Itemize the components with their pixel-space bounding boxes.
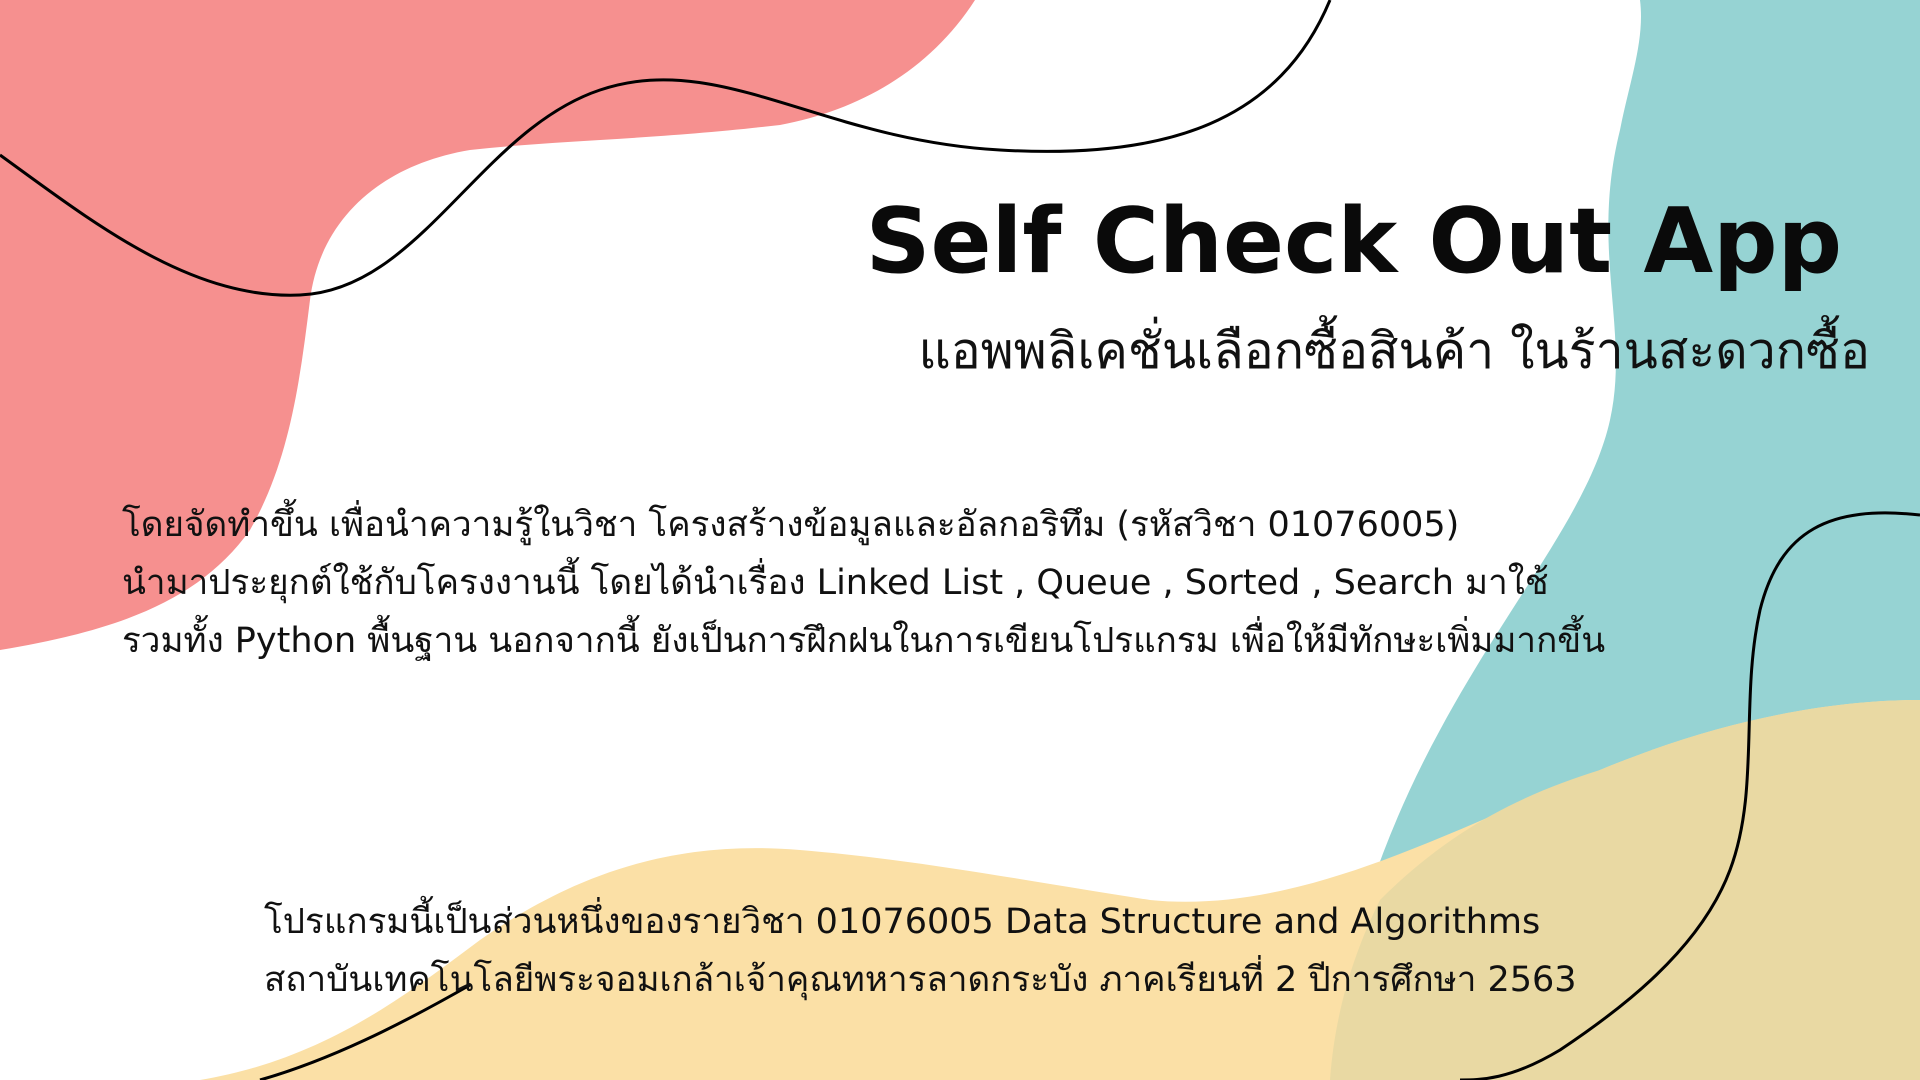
course-info: โปรแกรมนี้เป็นส่วนหนึ่งของรายวิชา 010760… — [264, 893, 1664, 1009]
app-subtitle: แอพพลิเคชั่นเลือกซื้อสินค้า ในร้านสะดวกซ… — [918, 322, 1870, 380]
intro-paragraph: โดยจัดทำขึ้น เพื่อนำความรู้ในวิชา โครงสร… — [122, 496, 1682, 670]
intro-line: โดยจัดทำขึ้น เพื่อนำความรู้ในวิชา โครงสร… — [122, 505, 1460, 545]
slide: Self Check Out App แอพพลิเคชั่นเลือกซื้อ… — [0, 0, 1920, 1080]
app-title: Self Check Out App — [865, 189, 1842, 294]
intro-line: นำมาประยุกต์ใช้กับโครงงานนี้ โดยได้นำเรื… — [122, 563, 1549, 603]
intro-line: รวมทั้ง Python พื้นฐาน นอกจากนี้ ยังเป็น… — [122, 621, 1606, 661]
course-line: โปรแกรมนี้เป็นส่วนหนึ่งของรายวิชา 010760… — [264, 902, 1541, 942]
course-line: สถาบันเทคโนโลยีพระจอมเกล้าเจ้าคุณทหารลาด… — [264, 960, 1577, 1000]
